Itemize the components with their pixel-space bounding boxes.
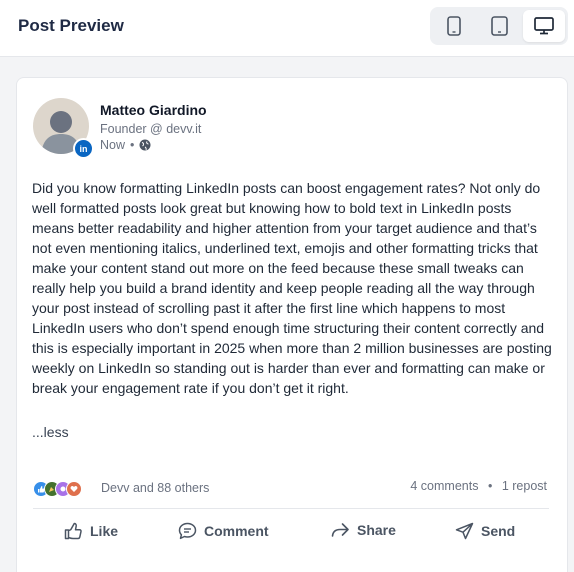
comment-icon xyxy=(178,522,197,540)
reaction-icons[interactable] xyxy=(33,479,82,499)
desktop-view-button[interactable] xyxy=(523,10,565,42)
post-body-text: Did you know formatting LinkedIn posts c… xyxy=(32,180,552,396)
comments-count[interactable]: 4 comments xyxy=(410,479,478,493)
meta-separator: • xyxy=(130,138,135,152)
share-label: Share xyxy=(357,522,396,538)
globe-icon xyxy=(139,139,151,151)
post-meta: Now • xyxy=(100,138,151,152)
counts-separator: • xyxy=(487,479,493,493)
send-icon xyxy=(455,522,474,540)
post-actions: Like Comment Share Send xyxy=(17,514,569,554)
device-toggle xyxy=(430,7,568,45)
tablet-view-button[interactable] xyxy=(478,10,520,42)
tablet-icon xyxy=(490,16,508,36)
send-button[interactable]: Send xyxy=(455,522,515,540)
reaction-summary[interactable]: Devv and 88 others xyxy=(101,481,209,495)
mobile-view-button[interactable] xyxy=(433,10,475,42)
thumbs-up-icon xyxy=(64,522,83,540)
engagement-counts: 4 comments • 1 repost xyxy=(410,479,547,493)
share-button[interactable]: Share xyxy=(331,522,396,538)
comment-button[interactable]: Comment xyxy=(178,522,269,540)
love-reaction-icon xyxy=(66,481,82,497)
desktop-icon xyxy=(534,17,554,35)
reposts-count[interactable]: 1 repost xyxy=(502,479,547,493)
author-name[interactable]: Matteo Giardino xyxy=(100,102,207,118)
send-label: Send xyxy=(481,523,516,539)
post-time: Now xyxy=(100,138,126,152)
author-headline: Founder @ devv.it xyxy=(100,122,202,136)
page-title: Post Preview xyxy=(18,16,124,35)
like-label: Like xyxy=(90,523,119,539)
like-button[interactable]: Like xyxy=(64,522,118,540)
share-arrow-icon xyxy=(331,522,350,538)
see-less-link[interactable]: ...less xyxy=(32,424,69,440)
divider xyxy=(33,508,549,509)
mobile-icon xyxy=(447,16,461,36)
comment-label: Comment xyxy=(204,523,269,539)
linkedin-badge-icon: in xyxy=(73,138,94,159)
preview-header: Post Preview xyxy=(0,0,574,57)
post-card: in Matteo Giardino Founder @ devv.it Now… xyxy=(16,77,568,572)
